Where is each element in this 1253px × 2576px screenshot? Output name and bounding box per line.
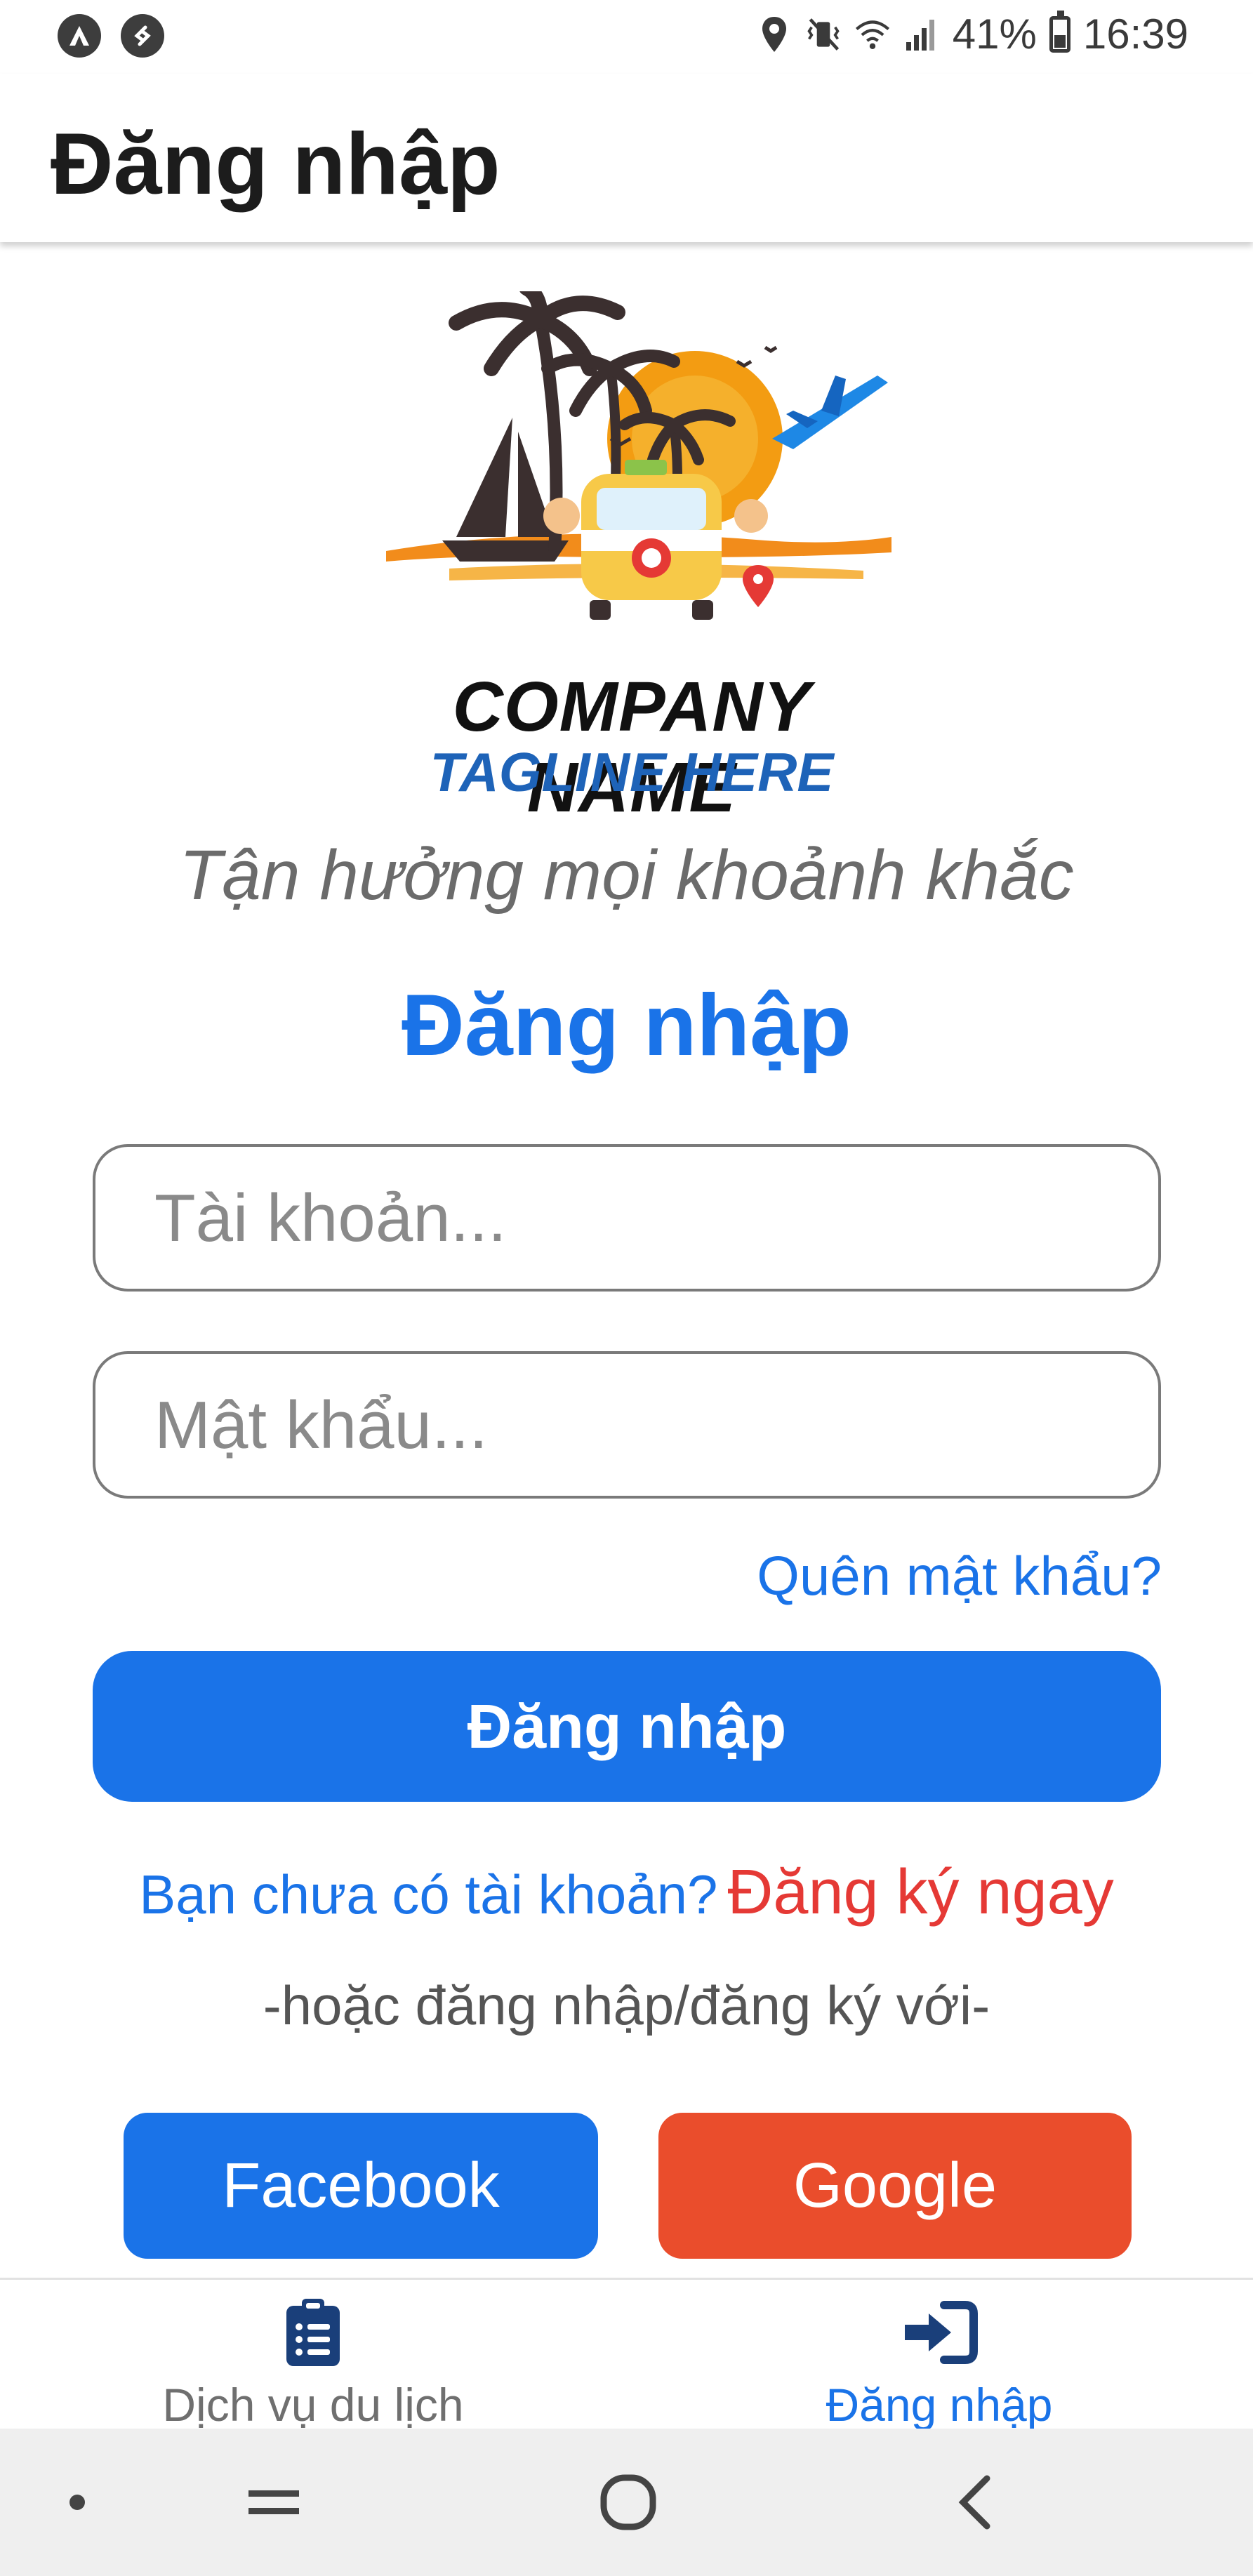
back-button[interactable] bbox=[941, 2429, 1011, 2576]
username-input[interactable] bbox=[153, 1147, 1125, 1290]
nav-label-travel-services: Dịch vụ du lịch bbox=[162, 2379, 464, 2431]
status-right: 41% 16:39 bbox=[756, 10, 1188, 58]
recent-apps-button[interactable] bbox=[232, 2429, 316, 2576]
location-icon bbox=[756, 13, 793, 55]
wifi-icon bbox=[854, 13, 891, 55]
sign-in-icon bbox=[626, 2294, 1252, 2371]
shazam-icon bbox=[121, 14, 164, 58]
slogan: Tận hưởng mọi khoảnh khắc bbox=[179, 836, 1074, 915]
clock: 16:39 bbox=[1082, 11, 1188, 58]
username-field[interactable] bbox=[93, 1144, 1161, 1292]
forgot-password-link[interactable]: Quên mật khẩu? bbox=[757, 1544, 1162, 1608]
nav-label-login: Đăng nhập bbox=[826, 2379, 1053, 2431]
register-link[interactable]: Đăng ký ngay bbox=[727, 1857, 1113, 1927]
vibrate-icon bbox=[805, 13, 842, 55]
logo-illustration bbox=[386, 280, 891, 620]
dot-icon bbox=[56, 2429, 98, 2576]
status-left-icons bbox=[58, 14, 164, 58]
battery-percent: 41% bbox=[952, 11, 1037, 58]
google-button[interactable]: Google bbox=[658, 2113, 1132, 2259]
login-heading: Đăng nhập bbox=[402, 977, 851, 1074]
bottom-nav: Dịch vụ du lịch Đăng nhập bbox=[0, 2278, 1253, 2431]
login-button[interactable]: Đăng nhập bbox=[93, 1651, 1161, 1802]
or-divider-text: -hoặc đăng nhập/đăng ký với- bbox=[263, 1974, 990, 2036]
register-row: Bạn chưa có tài khoản? Đăng ký ngay bbox=[0, 1857, 1253, 1929]
register-question: Bạn chưa có tài khoản? bbox=[139, 1864, 718, 1925]
home-button[interactable] bbox=[583, 2429, 674, 2576]
nav-item-login[interactable]: Đăng nhập bbox=[626, 2294, 1252, 2431]
battery-icon bbox=[1049, 10, 1070, 53]
assistant-icon bbox=[58, 14, 101, 58]
system-nav-bar bbox=[0, 2429, 1253, 2576]
battery-level bbox=[1054, 35, 1066, 48]
clipboard-list-icon bbox=[0, 2294, 626, 2371]
company-tagline: TAGLINE HERE bbox=[430, 741, 834, 803]
password-field[interactable] bbox=[93, 1351, 1161, 1499]
app-bar: Đăng nhập bbox=[0, 74, 1253, 242]
page-title: Đăng nhập bbox=[51, 116, 500, 213]
status-bar: 41% 16:39 bbox=[0, 0, 1253, 74]
facebook-button[interactable]: Facebook bbox=[124, 2113, 598, 2259]
password-input[interactable] bbox=[153, 1354, 1125, 1497]
signal-icon bbox=[903, 13, 940, 55]
company-logo: COMPANY NAME TAGLINE HERE bbox=[344, 280, 920, 827]
nav-item-travel-services[interactable]: Dịch vụ du lịch bbox=[0, 2294, 626, 2431]
